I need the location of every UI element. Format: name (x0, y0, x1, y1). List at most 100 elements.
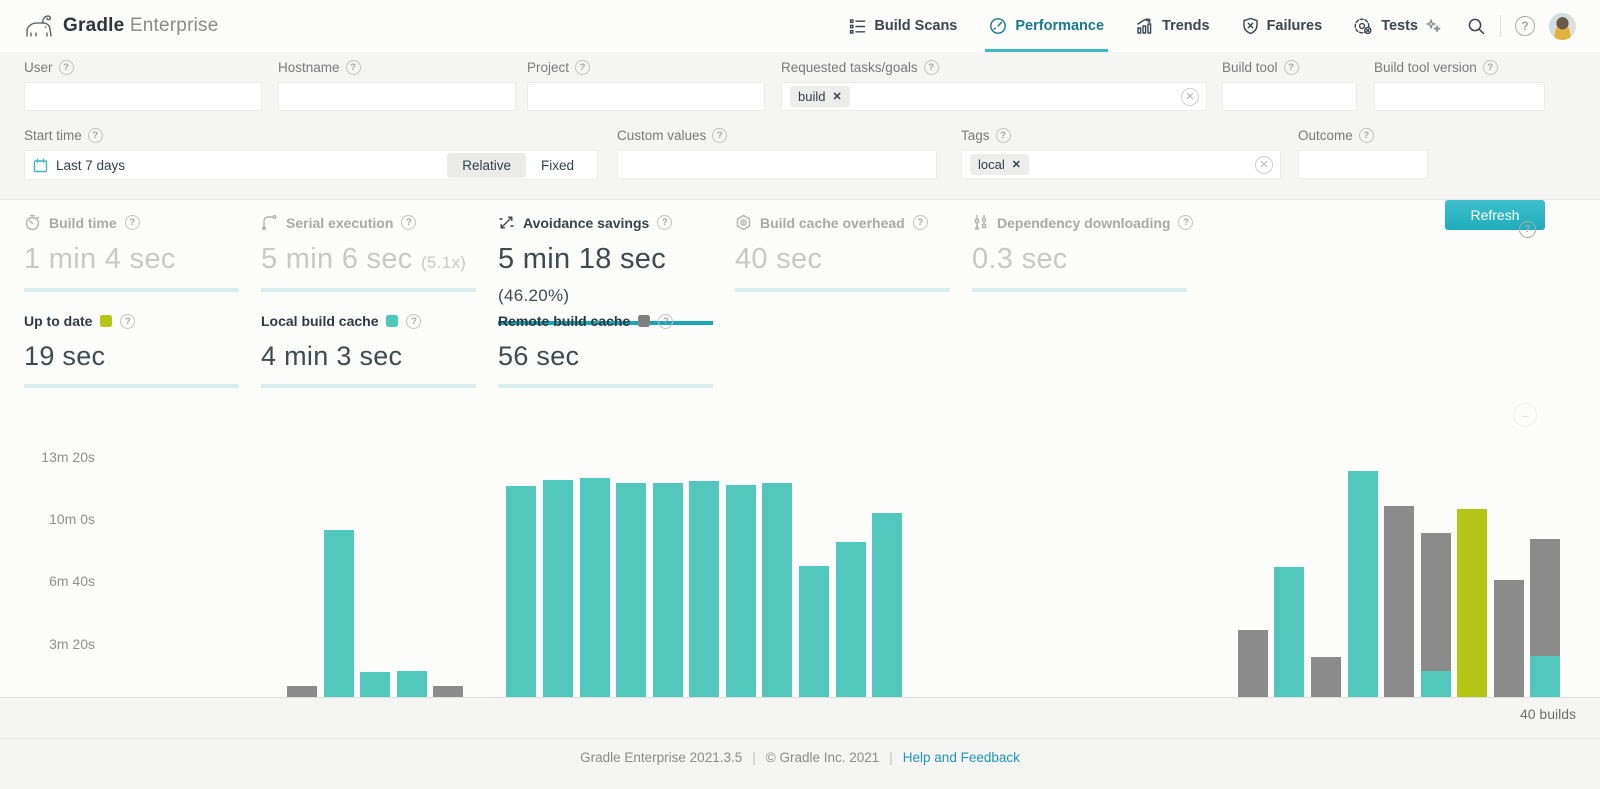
build-bar[interactable] (1238, 630, 1268, 697)
chip-remove-icon[interactable]: ✕ (1012, 158, 1021, 171)
help-icon[interactable]: ? (1359, 128, 1374, 143)
build-bar[interactable] (1494, 580, 1524, 697)
build-bar[interactable] (287, 686, 317, 697)
color-swatch (638, 315, 650, 327)
build-bar[interactable] (543, 480, 573, 697)
bar-segment-teal (324, 530, 354, 697)
build-bar[interactable] (580, 478, 610, 697)
build-bar[interactable] (872, 513, 902, 697)
metric-build-time[interactable]: Build time ? 1 min 4 sec (24, 214, 261, 292)
nav-item-trends[interactable]: Trends (1120, 0, 1226, 52)
project-input[interactable] (527, 82, 765, 111)
help-icon[interactable]: ? (1515, 16, 1535, 36)
build-bar[interactable] (1274, 567, 1304, 697)
hostname-input[interactable] (278, 82, 516, 111)
color-swatch (100, 315, 112, 327)
help-icon[interactable]: ? (996, 128, 1011, 143)
filter-chip[interactable]: build ✕ (790, 86, 850, 107)
user-input[interactable] (24, 82, 262, 111)
metric-build-cache-overhead[interactable]: Build cache overhead ? 40 sec (735, 214, 972, 292)
nav-item-failures[interactable]: Failures (1226, 0, 1339, 52)
stopwatch-icon (24, 214, 41, 231)
metric-avoidance-savings[interactable]: Avoidance savings ? 5 min 18 sec (46.20%… (498, 214, 735, 325)
build-bar[interactable] (1348, 471, 1378, 697)
metric-underline (24, 288, 239, 292)
clear-input-icon[interactable]: ✕ (1255, 156, 1273, 174)
help-icon[interactable]: ? (346, 60, 361, 75)
user-avatar[interactable] (1549, 13, 1576, 40)
build-bar[interactable] (1457, 509, 1487, 697)
build-bar[interactable] (653, 483, 683, 697)
bar-segment-teal (1421, 671, 1451, 697)
nav-item-build-scans[interactable]: Build Scans (833, 0, 973, 52)
build-bar[interactable] (1421, 533, 1451, 697)
toggle-relative[interactable]: Relative (447, 153, 526, 178)
nav-item-performance[interactable]: Performance (973, 0, 1120, 52)
metric-underline (972, 288, 1187, 292)
help-icon[interactable]: ? (913, 215, 928, 230)
filter-label-text: Tags (961, 128, 990, 143)
help-and-feedback-link[interactable]: Help and Feedback (903, 750, 1020, 765)
cache-metric-up-to-date[interactable]: Up to date ? 19 sec (24, 313, 261, 388)
build-bar[interactable] (689, 481, 719, 697)
help-icon[interactable]: ? (657, 215, 672, 230)
build-bar[interactable] (726, 485, 756, 697)
help-icon[interactable]: ? (712, 128, 727, 143)
help-icon[interactable]: ? (924, 60, 939, 75)
help-icon[interactable]: ? (1483, 60, 1498, 75)
cache-metric-label: Local build cache (261, 313, 378, 329)
filter-label-text: User (24, 60, 53, 75)
build-tool-input[interactable] (1222, 82, 1357, 111)
help-icon[interactable]: ? (1284, 60, 1299, 75)
custom-values-input[interactable] (617, 150, 937, 179)
search-icon[interactable] (1467, 17, 1486, 36)
metric-serial-execution[interactable]: Serial execution ? 5 min 6 sec (5.1x) (261, 214, 498, 292)
footer-copyright: © Gradle Inc. 2021 (766, 750, 880, 765)
nav-item-tests[interactable]: Tests (1338, 0, 1457, 52)
cache-metric-remote-build-cache[interactable]: Remote build cache ? 56 sec (498, 313, 735, 388)
help-icon[interactable]: ? (1178, 215, 1193, 230)
cache-metric-value: 4 min 3 sec (261, 341, 498, 372)
chip-remove-icon[interactable]: ✕ (832, 90, 841, 103)
help-icon[interactable]: ? (88, 128, 103, 143)
build-bar[interactable] (1530, 539, 1560, 697)
clear-input-icon[interactable]: ✕ (1181, 88, 1199, 106)
build-bar[interactable] (799, 566, 829, 697)
start-time-input[interactable]: Last 7 daysRelativeFixed (24, 150, 598, 180)
help-icon[interactable]: ? (575, 60, 590, 75)
toggle-fixed[interactable]: Fixed (526, 153, 589, 178)
builds-count: 40 builds (1520, 706, 1576, 722)
outcome-input[interactable] (1298, 150, 1428, 179)
build-tool-version-input[interactable] (1374, 82, 1545, 111)
bar-segment-gray (433, 686, 463, 697)
build-bar[interactable] (324, 530, 354, 697)
brand[interactable]: Gradle Enterprise (24, 14, 219, 38)
build-bar[interactable] (836, 542, 866, 697)
build-bar[interactable] (1384, 506, 1414, 697)
brand-name-light: Enterprise (130, 15, 219, 36)
filter-field-build-tool-version: Build tool version ? (1374, 60, 1545, 111)
zoom-out-icon[interactable]: – (1513, 403, 1537, 427)
cache-metric-title: Up to date ? (24, 313, 261, 329)
help-icon[interactable]: ? (125, 215, 140, 230)
build-bar[interactable] (360, 672, 390, 697)
build-bar[interactable] (433, 686, 463, 697)
help-icon[interactable]: ? (406, 314, 421, 329)
build-bar[interactable] (762, 483, 792, 697)
build-bar[interactable] (397, 671, 427, 697)
build-bar[interactable] (616, 483, 646, 697)
help-icon[interactable]: ? (658, 314, 673, 329)
build-bar[interactable] (506, 486, 536, 697)
help-icon[interactable]: ? (401, 215, 416, 230)
build-bar[interactable] (1311, 657, 1341, 697)
cache-metric-value: 19 sec (24, 341, 261, 372)
help-icon[interactable]: ? (1519, 221, 1536, 238)
help-icon[interactable]: ? (59, 60, 74, 75)
filter-chip[interactable]: local ✕ (970, 154, 1029, 175)
tags-input[interactable]: local ✕ ✕ (961, 150, 1281, 179)
tasks-input[interactable]: build ✕ ✕ (781, 82, 1207, 111)
help-icon[interactable]: ? (120, 314, 135, 329)
metric-value-main: 40 sec (735, 243, 822, 275)
cache-metric-local-build-cache[interactable]: Local build cache ? 4 min 3 sec (261, 313, 498, 388)
metric-dependency-downloading[interactable]: Dependency downloading ? 0.3 sec (972, 214, 1209, 292)
